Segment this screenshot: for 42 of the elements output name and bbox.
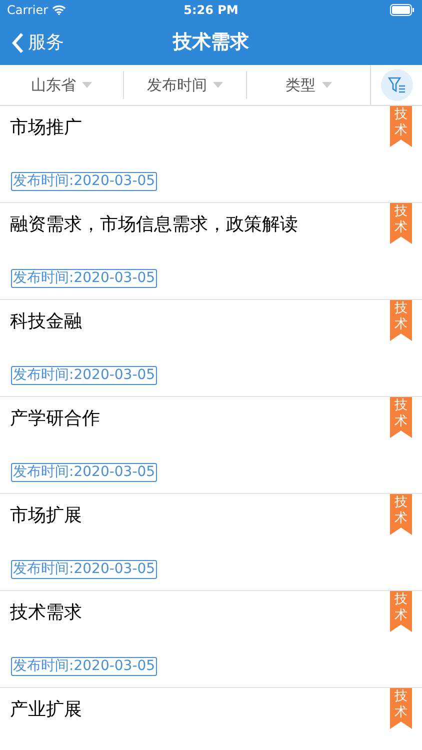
status-time: 5:26 PM (184, 2, 238, 19)
list-item[interactable]: 市场推广 发布时间:2020-03-05 技术 (0, 106, 422, 203)
chevron-left-icon (12, 32, 24, 54)
category-tag: 技术 (390, 203, 412, 244)
category-tag: 技术 (390, 494, 412, 535)
filter-dropdown[interactable]: 山东省 (0, 65, 123, 105)
list-item[interactable]: 科技金融 发布时间:2020-03-05 技术 (0, 300, 422, 397)
publish-date: 发布时间:2020-03-05 (11, 269, 158, 288)
category-tag: 技术 (390, 688, 412, 729)
filter-icon (388, 76, 406, 94)
back-button[interactable]: 服务 (0, 29, 64, 56)
carrier-label: Carrier (7, 2, 48, 19)
publish-date: 发布时间:2020-03-05 (11, 560, 158, 579)
battery-icon (390, 4, 415, 16)
publish-date: 发布时间:2020-03-05 (11, 463, 158, 482)
list-item[interactable]: 产学研合作 发布时间:2020-03-05 技术 (0, 397, 422, 494)
wifi-icon (52, 5, 66, 15)
item-title: 科技金融 (10, 310, 83, 334)
page-title: 技术需求 (173, 30, 249, 56)
filter-dropdown[interactable]: 类型 (246, 71, 370, 99)
list-item[interactable]: 技术需求 发布时间:2020-03-05 技术 (0, 591, 422, 688)
list-item[interactable]: 市场扩展 发布时间:2020-03-05 技术 (0, 494, 422, 591)
filter-dropdown[interactable]: 发布时间 (122, 71, 246, 99)
item-title: 产业扩展 (10, 698, 83, 722)
list-item[interactable]: 融资需求，市场信息需求，政策解读 发布时间:2020-03-05 技术 (0, 203, 422, 300)
filter-button[interactable] (380, 69, 412, 101)
caret-down-icon (213, 82, 223, 88)
publish-date: 发布时间:2020-03-05 (11, 366, 158, 385)
item-title: 融资需求，市场信息需求，政策解读 (10, 213, 299, 237)
publish-date: 发布时间:2020-03-05 (11, 657, 158, 676)
item-title: 市场扩展 (10, 504, 83, 528)
caret-down-icon (322, 82, 332, 88)
item-title: 产学研合作 (10, 407, 101, 431)
list-item[interactable]: 产业扩展 技术 (0, 688, 422, 750)
category-tag: 技术 (390, 106, 412, 147)
item-title: 市场推广 (10, 116, 83, 140)
category-tag: 技术 (390, 397, 412, 438)
caret-down-icon (82, 82, 92, 88)
item-title: 技术需求 (10, 601, 83, 625)
category-tag: 技术 (390, 300, 412, 341)
category-tag: 技术 (390, 591, 412, 632)
publish-date: 发布时间:2020-03-05 (11, 172, 158, 191)
